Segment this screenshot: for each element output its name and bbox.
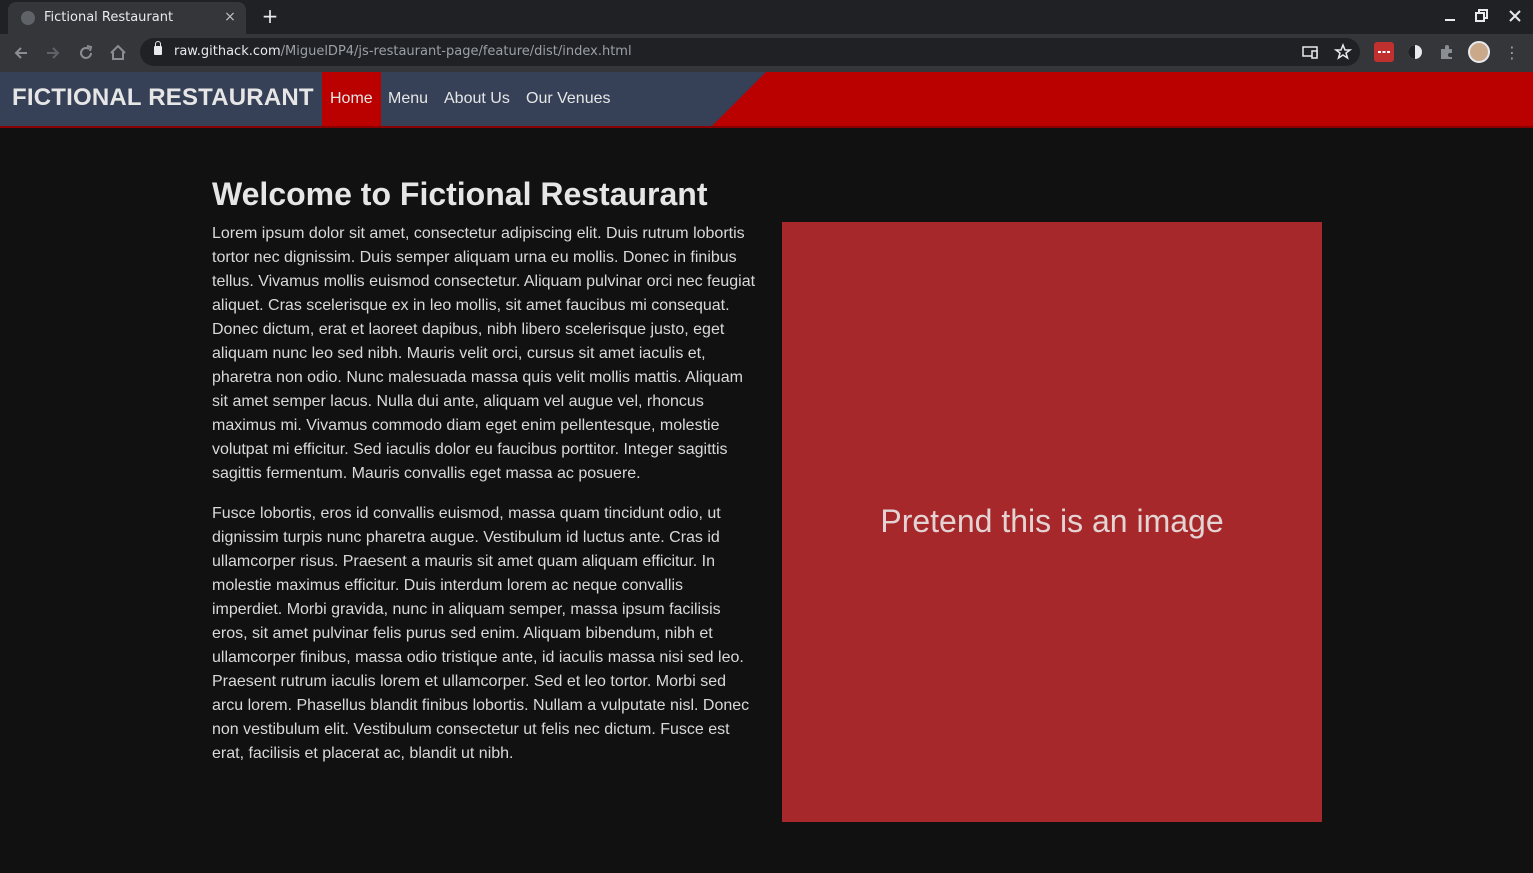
- forward-icon[interactable]: [42, 42, 64, 64]
- url-text: raw.githack.com/MiguelDP4/js-restaurant-…: [174, 44, 632, 59]
- nav-about-us[interactable]: About Us: [436, 72, 518, 126]
- star-icon[interactable]: [1333, 42, 1353, 62]
- site-header: FICTIONAL RESTAURANT Home Menu About Us …: [0, 72, 1533, 128]
- nav-our-venues[interactable]: Our Venues: [518, 72, 619, 126]
- lock-icon: [154, 41, 162, 55]
- reload-icon[interactable]: [75, 42, 97, 64]
- minimize-icon[interactable]: [1440, 6, 1460, 26]
- back-icon[interactable]: [10, 42, 32, 64]
- url-host: raw.githack.com: [174, 44, 281, 59]
- close-tab-icon[interactable]: ×: [222, 9, 238, 25]
- nav-menu[interactable]: Menu: [380, 72, 436, 126]
- browser-toolbar: raw.githack.com/MiguelDP4/js-restaurant-…: [0, 34, 1533, 72]
- image-placeholder-label: Pretend this is an image: [880, 503, 1224, 539]
- paragraph-1: Lorem ipsum dolor sit amet, consectetur …: [212, 225, 756, 482]
- globe-icon: [21, 11, 35, 25]
- avatar[interactable]: [1468, 41, 1490, 63]
- url-path: /MiguelDP4/js-restaurant-page/feature/di…: [280, 44, 632, 59]
- extension-icon[interactable]: [1374, 42, 1394, 62]
- page-title: Welcome to Fictional Restaurant: [212, 176, 708, 212]
- tab-title: Fictional Restaurant: [44, 10, 174, 25]
- brand-title[interactable]: FICTIONAL RESTAURANT: [12, 84, 314, 112]
- paragraph-2: Fusce lobortis, eros id convallis euismo…: [212, 505, 750, 762]
- puzzle-icon[interactable]: [1437, 42, 1457, 62]
- address-bar[interactable]: raw.githack.com/MiguelDP4/js-restaurant-…: [140, 38, 1360, 66]
- restore-icon[interactable]: [1472, 6, 1492, 26]
- browser-tab-bar: Fictional Restaurant × +: [0, 0, 1533, 34]
- browser-tab[interactable]: Fictional Restaurant ×: [8, 2, 246, 34]
- dark-mode-icon[interactable]: [1405, 42, 1425, 62]
- image-placeholder: Pretend this is an image: [782, 222, 1322, 822]
- cast-icon[interactable]: [1300, 42, 1320, 62]
- home-icon[interactable]: [107, 42, 129, 64]
- close-window-icon[interactable]: [1505, 6, 1525, 26]
- new-tab-button[interactable]: +: [258, 5, 282, 29]
- menu-icon[interactable]: ⋮: [1504, 42, 1520, 64]
- nav-home[interactable]: Home: [322, 72, 381, 126]
